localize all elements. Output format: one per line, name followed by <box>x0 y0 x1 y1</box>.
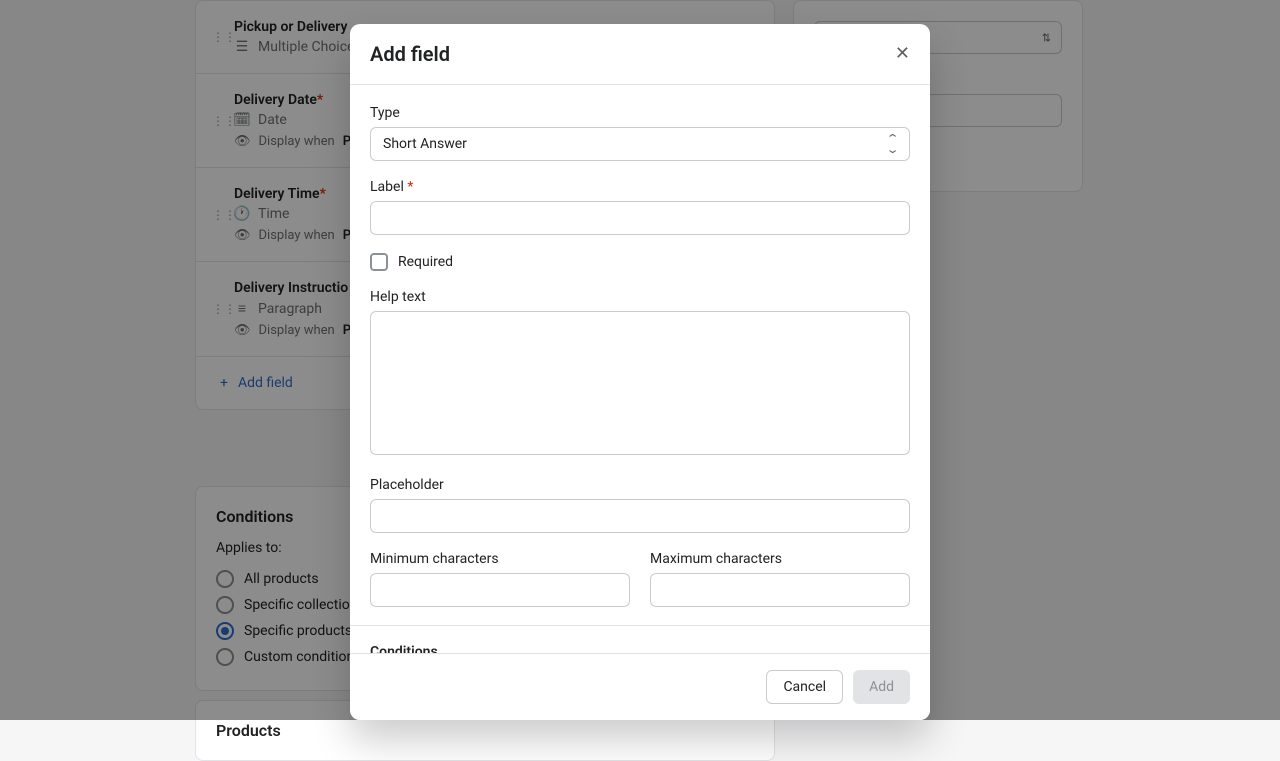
required-label: Required <box>398 254 453 270</box>
divider <box>350 625 930 626</box>
type-value: Short Answer <box>383 136 467 152</box>
label-input[interactable] <box>370 201 910 235</box>
close-icon: ✕ <box>895 43 910 64</box>
type-label: Type <box>370 105 910 121</box>
products-title: Products <box>216 721 754 740</box>
chevron-updown-icon: ⌃⌄ <box>888 133 897 155</box>
required-checkbox[interactable] <box>370 253 388 271</box>
modal-header: Add field ✕ <box>350 24 930 85</box>
add-field-modal: Add field ✕ Type Short Answer ⌃⌄ Label *… <box>350 24 930 720</box>
cancel-button[interactable]: Cancel <box>766 670 843 704</box>
modal-footer: Cancel Add <box>350 653 930 720</box>
max-chars-input[interactable] <box>650 573 910 607</box>
modal-title: Add field <box>370 42 450 66</box>
max-chars-label: Maximum characters <box>650 551 910 567</box>
type-select[interactable]: Short Answer ⌃⌄ <box>370 127 910 161</box>
close-button[interactable]: ✕ <box>895 45 910 63</box>
placeholder-input[interactable] <box>370 499 910 533</box>
help-text-input[interactable] <box>370 311 910 455</box>
add-button[interactable]: Add <box>853 670 910 704</box>
label-label: Label * <box>370 179 910 195</box>
add-label: Add <box>869 679 894 695</box>
help-text-label: Help text <box>370 289 910 305</box>
cancel-label: Cancel <box>783 679 826 695</box>
modal-body: Type Short Answer ⌃⌄ Label * Required He… <box>350 85 930 653</box>
placeholder-label: Placeholder <box>370 477 910 493</box>
min-chars-input[interactable] <box>370 573 630 607</box>
min-chars-label: Minimum characters <box>370 551 630 567</box>
conditions-section-title: Conditions <box>370 644 910 653</box>
